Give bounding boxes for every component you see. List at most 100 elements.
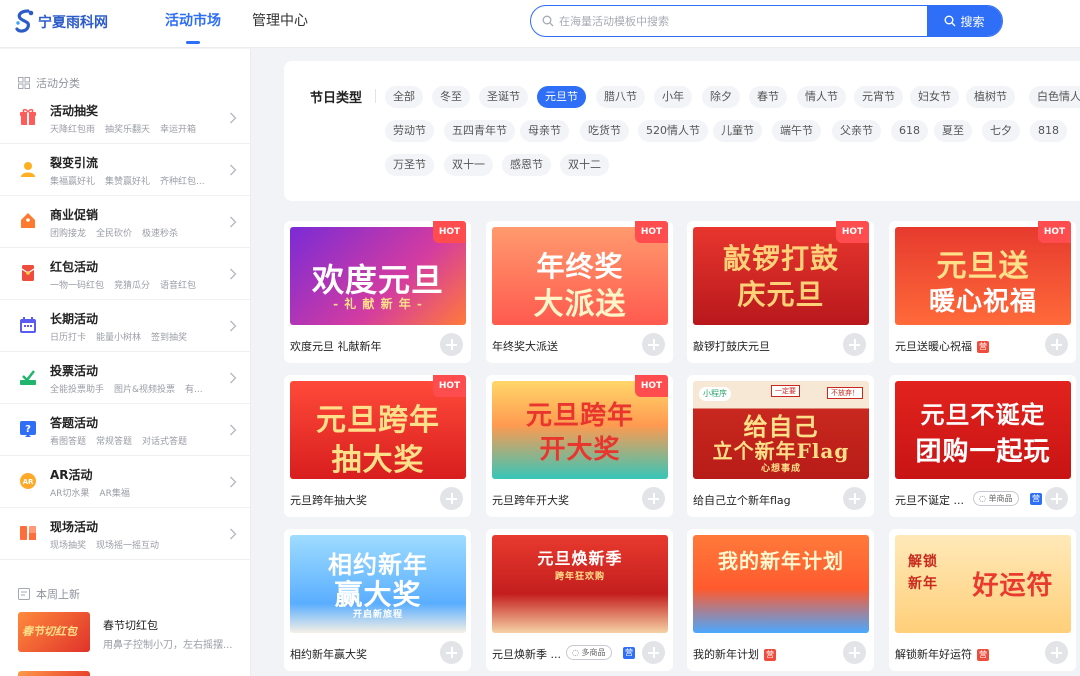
category-subitem[interactable]: 极速秒杀 xyxy=(142,229,178,239)
holiday-tag[interactable]: 双十一 xyxy=(444,154,493,176)
holiday-tag[interactable]: 劳动节 xyxy=(385,120,434,142)
template-card[interactable]: 小程序 一定要 不放弃！ 给自己 立个新年Flag 心想事成 给自己立个新年flag xyxy=(687,375,874,517)
category-item[interactable]: 投票活动 全能投票助手 图片&视频投票 有... xyxy=(0,352,251,404)
holiday-tag[interactable]: 双十二 xyxy=(560,154,609,176)
category-subitem[interactable]: 语音红包 xyxy=(160,281,196,291)
holiday-tag[interactable]: 腊八节 xyxy=(596,86,645,108)
category-subitem[interactable]: 对话式答题 xyxy=(142,437,187,447)
holiday-tag[interactable]: 七夕 xyxy=(982,120,1020,142)
template-card[interactable]: 敲锣打鼓 庆元旦 HOT 敲锣打鼓庆元旦 xyxy=(687,221,874,363)
category-subitem[interactable]: 有... xyxy=(185,385,203,395)
template-title[interactable]: 年终奖大派送 xyxy=(492,338,558,354)
holiday-tag[interactable]: 520情人节 xyxy=(638,120,708,142)
holiday-tag[interactable]: 母亲节 xyxy=(520,120,569,142)
template-card[interactable]: 元旦不诞定 团购一起玩 元旦不诞定 ... ◌ 单商品营 xyxy=(889,375,1076,517)
template-title[interactable]: 元旦跨年抽大奖 xyxy=(290,492,367,508)
add-template-button[interactable] xyxy=(843,641,866,664)
add-template-button[interactable] xyxy=(642,487,665,510)
template-card[interactable]: 元旦跨年 开大奖 HOT 元旦跨年开大奖 xyxy=(486,375,673,517)
template-card[interactable]: 元旦跨年 抽大奖 HOT 元旦跨年抽大奖 xyxy=(284,375,471,517)
new-item-spring-festival[interactable]: 春节切红包 春节切红包 用鼻子控制小刀，左右摇摆... xyxy=(18,612,251,654)
category-item[interactable]: 现场活动 现场抽奖 现场摇一摇互动 xyxy=(0,508,251,560)
category-subitem[interactable]: 抽奖乐翻天 xyxy=(105,125,150,135)
nav-management-center[interactable]: 管理中心 xyxy=(252,0,308,48)
category-item[interactable]: 裂变引流 集福赢好礼 集赞赢好礼 齐种红包... xyxy=(0,144,251,196)
template-title[interactable]: 解锁新年好运符营 xyxy=(895,646,989,662)
holiday-tag[interactable]: 618 xyxy=(891,120,928,142)
add-template-button[interactable] xyxy=(440,487,463,510)
template-title[interactable]: 我的新年计划营 xyxy=(693,646,776,662)
template-title[interactable]: 欢度元旦 礼献新年 xyxy=(290,338,382,354)
category-item[interactable]: 长期活动 日历打卡 能量小树林 签到抽奖 xyxy=(0,300,251,352)
category-subitem[interactable]: 一物一码红包 xyxy=(50,281,104,291)
template-thumbnail[interactable]: 元旦焕新季 跨年狂欢购 xyxy=(492,535,668,633)
template-thumbnail[interactable]: 解锁 新年 好运符 xyxy=(895,535,1071,633)
template-thumbnail[interactable]: 小程序 一定要 不放弃！ 给自己 立个新年Flag 心想事成 xyxy=(693,381,869,479)
holiday-tag[interactable]: 端午节 xyxy=(772,120,821,142)
category-subitem[interactable]: 幸运开箱 xyxy=(160,125,196,135)
category-item[interactable]: ? 答题活动 看图答题 常规答题 对话式答题 xyxy=(0,404,251,456)
holiday-tag[interactable]: 万圣节 xyxy=(385,154,434,176)
add-template-button[interactable] xyxy=(843,333,866,356)
holiday-tag[interactable]: 感恩节 xyxy=(502,154,551,176)
new-item-thumbnail-partial[interactable] xyxy=(18,671,90,676)
category-subitem[interactable]: 团购接龙 xyxy=(50,229,86,239)
holiday-tag[interactable]: 全部 xyxy=(385,86,423,108)
template-card[interactable]: 解锁 新年 好运符 解锁新年好运符营 xyxy=(889,529,1076,671)
category-subitem[interactable]: 集福赢好礼 xyxy=(50,177,95,187)
holiday-tag[interactable]: 除夕 xyxy=(702,86,740,108)
template-card[interactable]: 年终奖 大派送 HOT 年终奖大派送 xyxy=(486,221,673,363)
category-item[interactable]: 活动抽奖 天降红包雨 抽奖乐翻天 幸运开箱 xyxy=(0,92,251,144)
holiday-tag[interactable]: 妇女节 xyxy=(910,86,959,108)
holiday-tag[interactable]: 夏至 xyxy=(934,120,972,142)
category-subitem[interactable]: 常规答题 xyxy=(96,437,132,447)
holiday-tag[interactable]: 春节 xyxy=(749,86,787,108)
logo[interactable]: 宁夏雨科网 xyxy=(14,8,108,36)
category-subitem[interactable]: 签到抽奖 xyxy=(151,333,187,343)
template-card[interactable]: 元旦焕新季 跨年狂欢购 元旦焕新季 ... ◌ 多商品营 xyxy=(486,529,673,671)
category-item[interactable]: 商业促销 团购接龙 全民砍价 极速秒杀 xyxy=(0,196,251,248)
holiday-tag[interactable]: 情人节 xyxy=(797,86,846,108)
holiday-tag[interactable]: 吃货节 xyxy=(580,120,629,142)
template-title[interactable]: 相约新年赢大奖 xyxy=(290,646,367,662)
template-title[interactable]: 元旦送暖心祝福营 xyxy=(895,338,989,354)
template-card[interactable]: 欢度元旦 - 礼 献 新 年 - HOT 欢度元旦 礼献新年 xyxy=(284,221,471,363)
holiday-tag[interactable]: 五四青年节 xyxy=(444,120,515,142)
category-item[interactable]: AR AR活动 AR切水果 AR集福 xyxy=(0,456,251,508)
category-subitem[interactable]: 日历打卡 xyxy=(50,333,86,343)
template-thumbnail[interactable]: 相约新年 赢大奖 开启新旅程 xyxy=(290,535,466,633)
add-template-button[interactable] xyxy=(642,641,665,664)
add-template-button[interactable] xyxy=(1045,487,1068,510)
category-subitem[interactable]: 天降红包雨 xyxy=(50,125,95,135)
category-subitem[interactable]: 图片&视频投票 xyxy=(114,385,175,395)
holiday-tag[interactable]: 白色情人节 xyxy=(1029,86,1080,108)
add-template-button[interactable] xyxy=(1045,333,1068,356)
holiday-tag[interactable]: 小年 xyxy=(654,86,692,108)
category-subitem[interactable]: 集赞赢好礼 xyxy=(105,177,150,187)
holiday-tag[interactable]: 儿童节 xyxy=(713,120,762,142)
category-subitem[interactable]: 全能投票助手 xyxy=(50,385,104,395)
category-subitem[interactable]: 齐种红包... xyxy=(160,177,205,187)
category-subitem[interactable]: AR切水果 xyxy=(50,489,89,499)
nav-activity-market[interactable]: 活动市场 xyxy=(165,0,221,48)
category-subitem[interactable]: AR集福 xyxy=(99,489,129,499)
holiday-tag[interactable]: 冬至 xyxy=(432,86,470,108)
holiday-tag[interactable]: 植树节 xyxy=(966,86,1015,108)
category-subitem[interactable]: 现场抽奖 xyxy=(50,541,86,551)
category-subitem[interactable]: 看图答题 xyxy=(50,437,86,447)
category-subitem[interactable]: 能量小树林 xyxy=(96,333,141,343)
search-input[interactable] xyxy=(559,6,919,36)
category-subitem[interactable]: 全民砍价 xyxy=(96,229,132,239)
template-title[interactable]: 元旦焕新季 ... xyxy=(492,646,561,662)
holiday-tag[interactable]: 圣诞节 xyxy=(479,86,528,108)
template-card[interactable]: 相约新年 赢大奖 开启新旅程 相约新年赢大奖 xyxy=(284,529,471,671)
search-button[interactable]: 搜索 xyxy=(927,6,1002,36)
template-card[interactable]: 元旦送 暖心祝福 HOT 元旦送暖心祝福营 xyxy=(889,221,1076,363)
template-thumbnail[interactable]: 我的新年计划 xyxy=(693,535,869,633)
add-template-button[interactable] xyxy=(440,641,463,664)
template-title[interactable]: 元旦不诞定 ... xyxy=(895,492,964,508)
template-title[interactable]: 给自己立个新年flag xyxy=(693,492,791,508)
category-item[interactable]: 红包活动 一物一码红包 竞猜瓜分 语音红包 xyxy=(0,248,251,300)
add-template-button[interactable] xyxy=(1045,641,1068,664)
template-title[interactable]: 元旦跨年开大奖 xyxy=(492,492,569,508)
